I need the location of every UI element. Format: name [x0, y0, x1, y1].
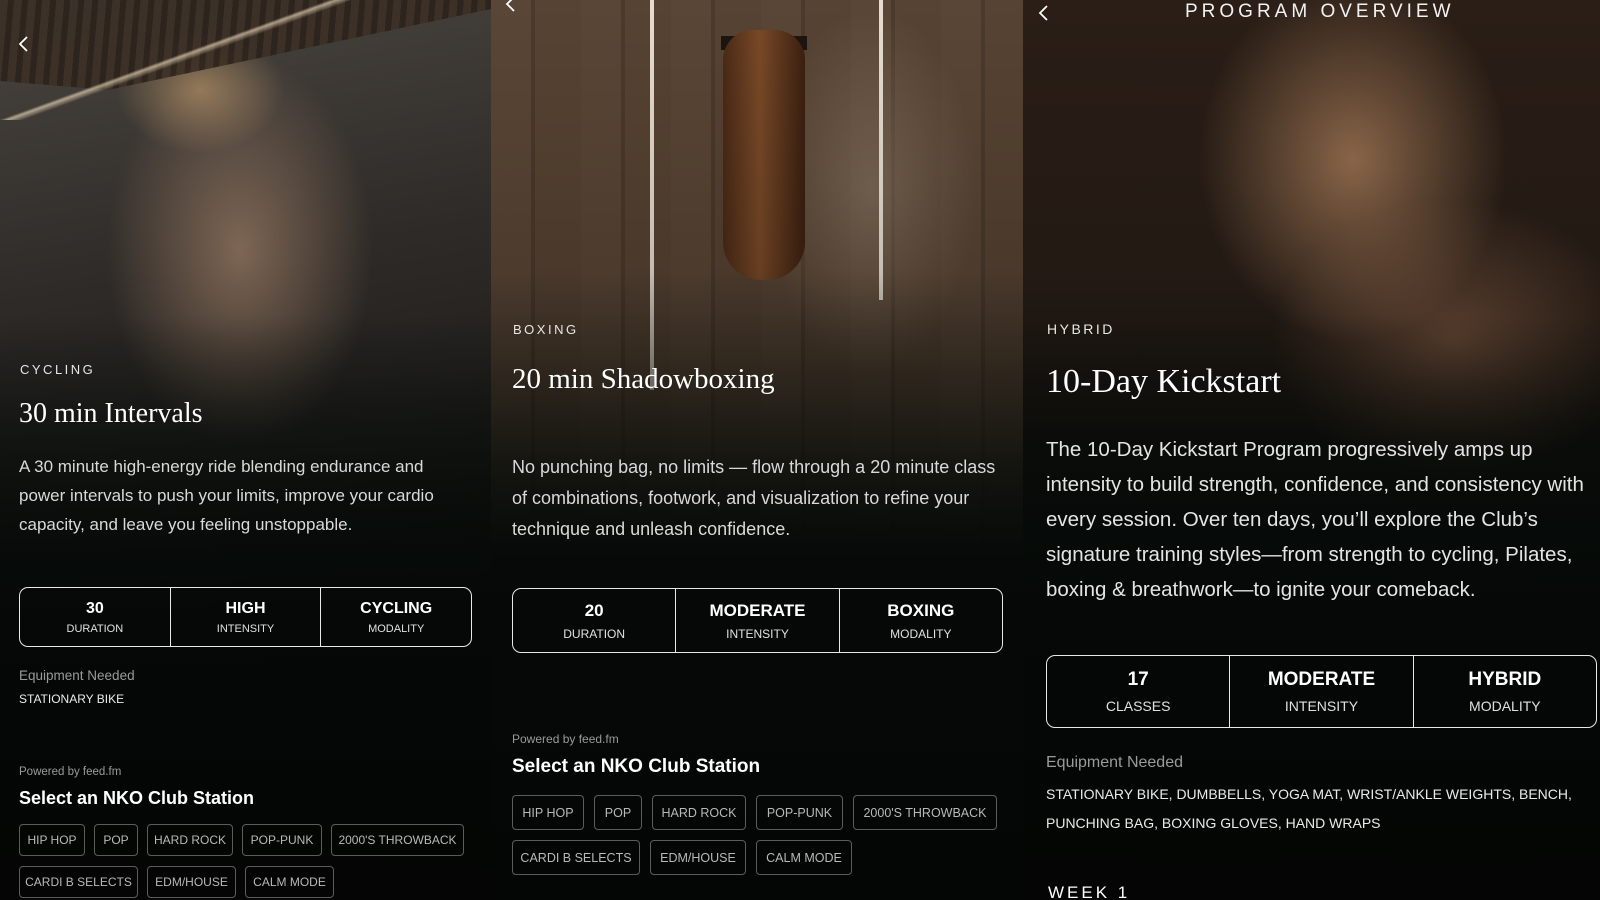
- station-chip-2000s-throwback[interactable]: 2000'S THROWBACK: [331, 824, 464, 856]
- stat-label: DURATION: [66, 622, 124, 635]
- station-chip-calm-mode[interactable]: CALM MODE: [245, 866, 334, 898]
- stat-value: 20: [584, 600, 604, 620]
- class-screen-cycling: CYCLING 30 min Intervals A 30 minute hig…: [0, 0, 491, 900]
- station-chip-hard-rock[interactable]: HARD ROCK: [147, 824, 233, 856]
- stat-duration: 20 DURATION: [513, 589, 677, 652]
- station-chip-cardi-b-selects[interactable]: CARDI B SELECTS: [512, 840, 640, 875]
- station-chips: HIP HOP POP HARD ROCK POP-PUNK 2000'S TH…: [512, 795, 1012, 875]
- stat-label: INTENSITY: [216, 622, 275, 635]
- station-chip-hip-hop[interactable]: HIP HOP: [512, 795, 584, 830]
- program-title: 10-Day Kickstart: [1046, 363, 1282, 400]
- station-chip-pop-punk[interactable]: POP-PUNK: [756, 795, 843, 830]
- equipment-value: STATIONARY BIKE: [19, 692, 125, 706]
- stat-label: MODALITY: [368, 622, 425, 635]
- back-button[interactable]: [1033, 2, 1055, 24]
- stat-classes: 17 CLASSES: [1047, 656, 1231, 727]
- stats-bar: 17 CLASSES MODERATE INTENSITY HYBRID MOD…: [1046, 655, 1597, 728]
- category-label: BOXING: [513, 322, 579, 337]
- stats-bar: 20 DURATION MODERATE INTENSITY BOXING MO…: [512, 588, 1003, 653]
- stat-value: CYCLING: [360, 599, 433, 617]
- class-title: 20 min Shadowboxing: [512, 363, 775, 395]
- equipment-value: STATIONARY BIKE, DUMBBELLS, YOGA MAT, WR…: [1046, 786, 1572, 831]
- stat-value: HIGH: [225, 599, 266, 617]
- screens-row: CYCLING 30 min Intervals A 30 minute hig…: [0, 0, 1600, 900]
- stat-value: HYBRID: [1468, 669, 1542, 690]
- stat-intensity: MODERATE INTENSITY: [676, 589, 840, 652]
- stats-bar: 30 DURATION HIGH INTENSITY CYCLING MODAL…: [19, 587, 472, 647]
- class-description: A 30 minute high-energy ride blending en…: [19, 457, 434, 534]
- chevron-left-icon: [18, 36, 28, 52]
- class-description: No punching bag, no limits — flow throug…: [512, 457, 996, 539]
- screen-content: BOXING 20 min Shadowboxing No punching b…: [491, 0, 1023, 900]
- program-overview-screen: PROGRAM OVERVIEW HYBRID 10-Day Kickstart…: [1023, 0, 1600, 900]
- station-title: Select an NKO Club Station: [512, 756, 761, 777]
- category-label: CYCLING: [20, 362, 96, 377]
- station-title: Select an NKO Club Station: [19, 788, 255, 808]
- class-screen-boxing: BOXING 20 min Shadowboxing No punching b…: [491, 0, 1023, 900]
- station-chip-cardi-b-selects[interactable]: CARDI B SELECTS: [19, 866, 138, 898]
- stat-value: 30: [85, 599, 104, 617]
- header-title: PROGRAM OVERVIEW: [1185, 1, 1455, 22]
- stat-label: DURATION: [563, 626, 626, 641]
- stat-value: MODERATE: [1267, 669, 1376, 690]
- chevron-left-icon: [505, 0, 515, 12]
- stat-value: 17: [1127, 669, 1149, 690]
- stat-intensity: MODERATE INTENSITY: [1230, 656, 1414, 727]
- stat-duration: 30 DURATION: [20, 588, 171, 646]
- station-chip-edm-house[interactable]: EDM/HOUSE: [650, 840, 746, 875]
- stat-label: INTENSITY: [726, 626, 789, 641]
- stat-intensity: HIGH INTENSITY: [171, 588, 322, 646]
- stat-value: MODERATE: [709, 600, 806, 620]
- stat-modality: HYBRID MODALITY: [1414, 656, 1596, 727]
- program-description: The 10-Day Kickstart Program progressive…: [1046, 438, 1584, 601]
- stat-modality: CYCLING MODALITY: [321, 588, 471, 646]
- powered-by: Powered by feed.fm: [19, 766, 122, 778]
- back-button[interactable]: [500, 0, 522, 15]
- station-chip-pop[interactable]: POP: [594, 795, 642, 830]
- screen-content: PROGRAM OVERVIEW HYBRID 10-Day Kickstart…: [1023, 0, 1600, 900]
- station-chip-edm-house[interactable]: EDM/HOUSE: [147, 866, 236, 898]
- back-button[interactable]: [13, 33, 35, 55]
- station-chip-pop[interactable]: POP: [94, 824, 138, 856]
- equipment-label: Equipment Needed: [1046, 754, 1183, 771]
- stat-label: MODALITY: [1469, 698, 1541, 714]
- equipment-label: Equipment Needed: [19, 668, 135, 683]
- chevron-left-icon: [1038, 5, 1048, 21]
- station-chip-2000s-throwback[interactable]: 2000'S THROWBACK: [853, 795, 997, 830]
- screen-content: CYCLING 30 min Intervals A 30 minute hig…: [0, 0, 491, 900]
- stat-value: BOXING: [887, 600, 955, 620]
- class-title: 30 min Intervals: [19, 398, 203, 429]
- powered-by: Powered by feed.fm: [512, 732, 619, 746]
- stat-label: INTENSITY: [1284, 698, 1359, 714]
- station-chips: HIP HOP POP HARD ROCK POP-PUNK 2000'S TH…: [19, 824, 479, 898]
- stat-label: MODALITY: [890, 626, 952, 641]
- station-chip-hip-hop[interactable]: HIP HOP: [19, 824, 85, 856]
- week-heading: WEEK 1: [1048, 883, 1131, 900]
- station-chip-pop-punk[interactable]: POP-PUNK: [242, 824, 322, 856]
- stat-modality: BOXING MODALITY: [840, 589, 1002, 652]
- station-chip-calm-mode[interactable]: CALM MODE: [756, 840, 852, 875]
- station-chip-hard-rock[interactable]: HARD ROCK: [652, 795, 746, 830]
- stat-label: CLASSES: [1105, 698, 1171, 714]
- category-label: HYBRID: [1047, 321, 1115, 337]
